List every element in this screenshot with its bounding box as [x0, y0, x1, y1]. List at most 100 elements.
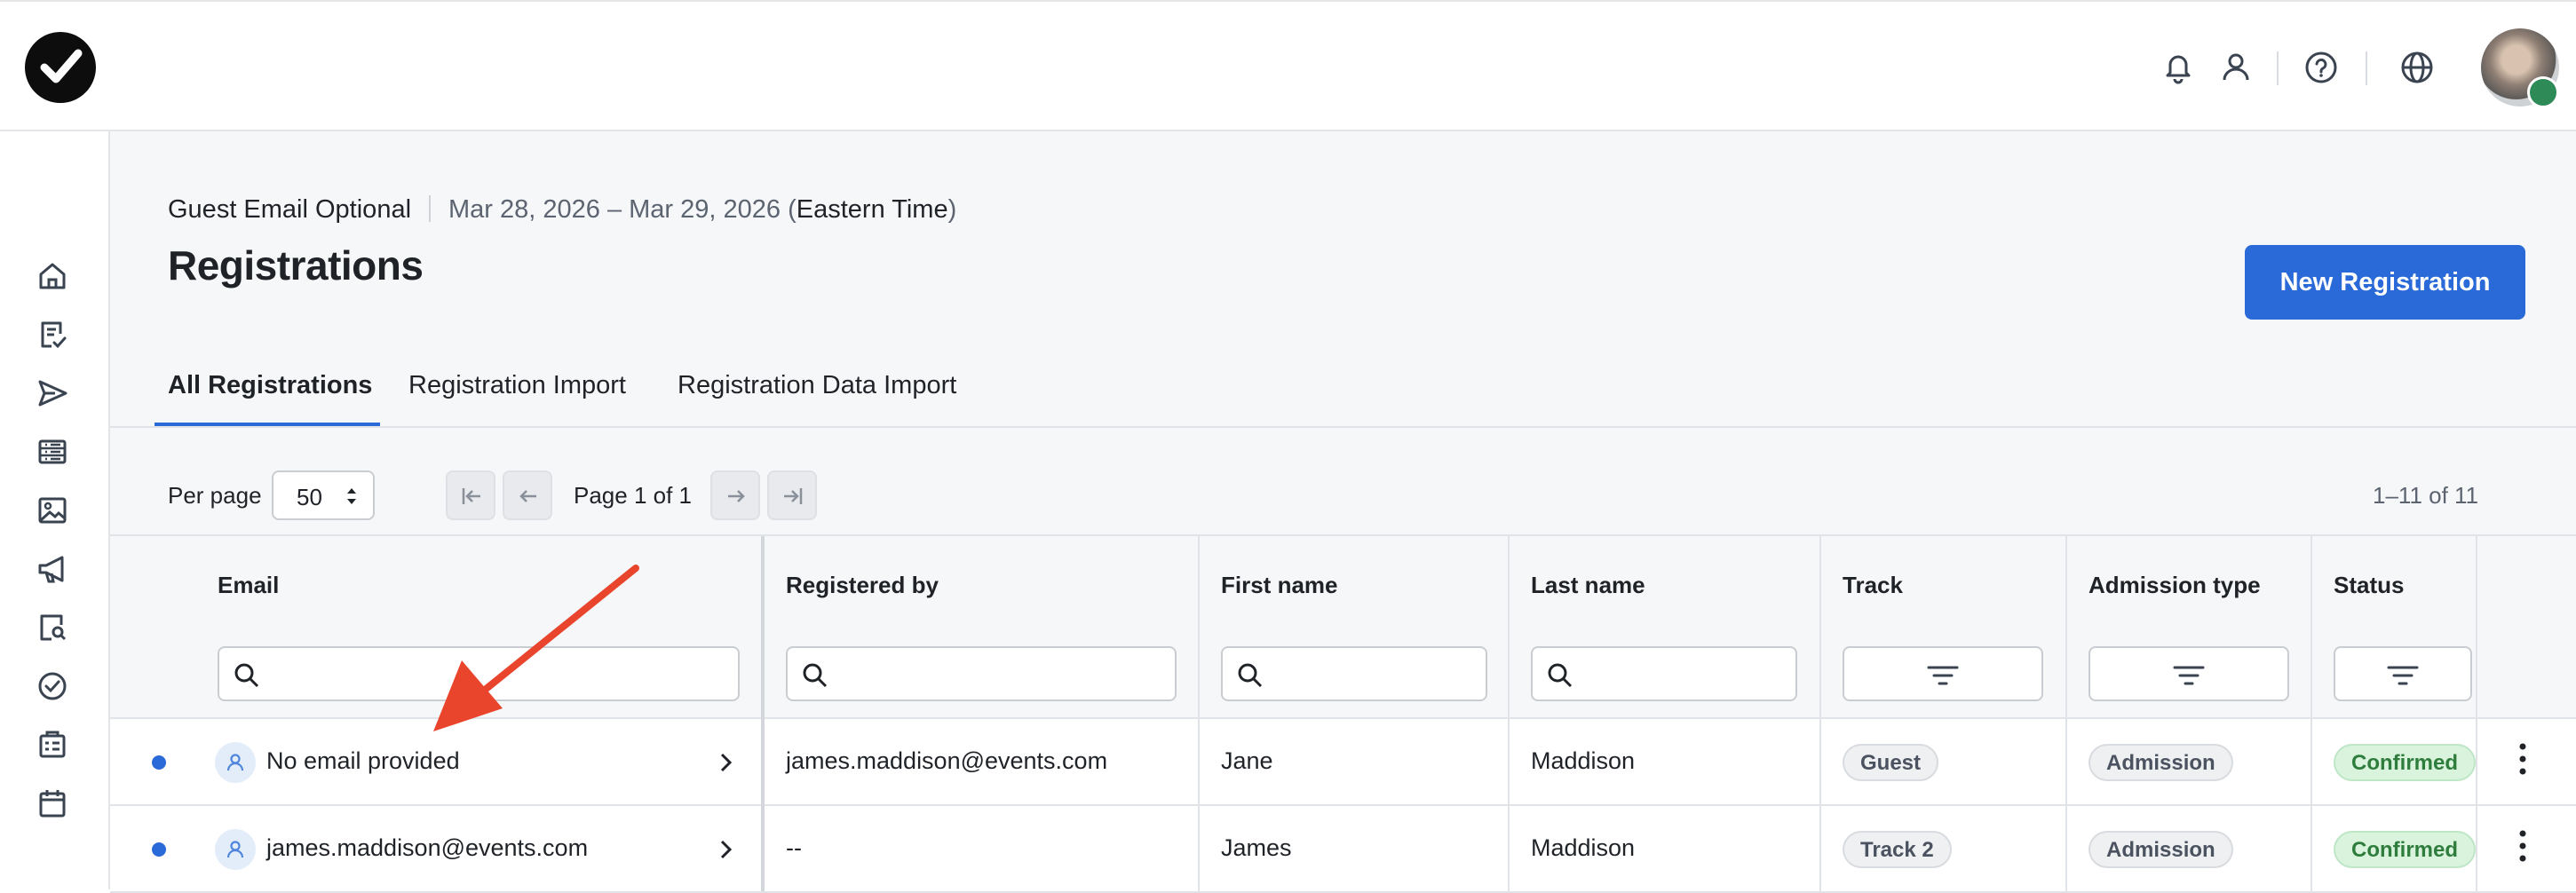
- event-dates-close: ): [947, 195, 957, 224]
- chevron-right-icon[interactable]: [716, 749, 737, 776]
- column-divider[interactable]: [2476, 536, 2477, 891]
- page-title: Registrations: [168, 242, 424, 288]
- email-cell[interactable]: james.maddison@events.com: [266, 834, 588, 862]
- first-page-icon: [462, 488, 480, 504]
- per-page-select[interactable]: 50: [272, 470, 375, 520]
- registered-by-search-input[interactable]: [786, 646, 1177, 701]
- last-page-button[interactable]: [767, 470, 817, 520]
- status-badge: [2527, 76, 2559, 108]
- home-icon[interactable]: [36, 259, 69, 293]
- track-filter-button[interactable]: [1843, 646, 2043, 701]
- user-icon: [215, 829, 256, 870]
- unread-dot: [152, 755, 166, 770]
- first-name-search-input[interactable]: [1221, 646, 1487, 701]
- last-name-cell: Maddison: [1531, 747, 1636, 774]
- last-page-icon: [784, 488, 803, 504]
- last-name-cell: Maddison: [1531, 834, 1636, 861]
- email-cell[interactable]: No email provided: [266, 747, 460, 775]
- column-header-registered-by[interactable]: Registered by: [786, 572, 939, 599]
- per-page-label: Per page: [168, 482, 262, 509]
- active-tab-indicator: [155, 423, 380, 426]
- first-page-button[interactable]: [446, 470, 495, 520]
- column-header-status[interactable]: Status: [2334, 572, 2404, 599]
- check-circle-icon[interactable]: [36, 669, 69, 703]
- chevron-right-icon[interactable]: [716, 836, 737, 863]
- column-divider[interactable]: [2310, 536, 2312, 891]
- results-range: 1–11 of 11: [2373, 482, 2479, 509]
- table-row[interactable]: james.maddison@events.com -- James Maddi…: [110, 806, 2576, 893]
- event-timezone: Eastern Time: [796, 195, 948, 224]
- list-icon[interactable]: [36, 435, 69, 469]
- toolbar-divider: [2366, 51, 2367, 85]
- breadcrumb-divider: [429, 195, 432, 222]
- registrations-table: Email Registered by First name Last name…: [110, 534, 2576, 893]
- unread-dot: [152, 842, 166, 857]
- toolbar-divider: [2277, 51, 2279, 85]
- top-bar: [0, 0, 2576, 131]
- first-name-cell: James: [1221, 834, 1292, 861]
- status-filter-button[interactable]: [2334, 646, 2472, 701]
- email-search-input[interactable]: [218, 646, 740, 701]
- status-badge: Confirmed: [2334, 831, 2476, 868]
- track-chip: Track 2: [1843, 831, 1952, 868]
- user-icon[interactable]: [2216, 48, 2255, 87]
- admission-chip: Admission: [2089, 831, 2233, 868]
- search-icon: [1548, 663, 1573, 688]
- per-page-value: 50: [297, 484, 322, 510]
- search-icon: [803, 663, 828, 688]
- column-divider[interactable]: [1508, 536, 1510, 891]
- search-icon: [234, 663, 259, 688]
- filter-icon: [1927, 666, 1959, 685]
- more-options-icon[interactable]: [2518, 829, 2527, 863]
- filter-icon: [2387, 666, 2419, 685]
- checklist-icon[interactable]: [36, 318, 69, 352]
- status-badge: Confirmed: [2334, 744, 2476, 781]
- event-name: Guest Email Optional: [168, 195, 412, 224]
- tab-all-registrations[interactable]: All Registrations: [168, 371, 372, 400]
- filter-icon: [2173, 666, 2205, 685]
- column-divider[interactable]: [761, 536, 765, 891]
- registered-by-cell: --: [786, 834, 802, 861]
- help-icon[interactable]: [2302, 48, 2341, 87]
- admission-type-filter-button[interactable]: [2089, 646, 2289, 701]
- clipboard-icon[interactable]: [36, 728, 69, 762]
- last-name-search-input[interactable]: [1531, 646, 1797, 701]
- sort-caret-icon: [347, 488, 356, 504]
- badge-search-icon[interactable]: [36, 611, 69, 644]
- event-dates: Mar 28, 2026 – Mar 29, 2026 (: [448, 195, 797, 224]
- arrow-left-icon: [519, 490, 536, 502]
- prev-page-button[interactable]: [503, 470, 552, 520]
- column-header-first-name[interactable]: First name: [1221, 572, 1338, 599]
- calendar-icon[interactable]: [36, 786, 69, 820]
- track-chip: Guest: [1843, 744, 1939, 781]
- tabs: All Registrations Registration Import Re…: [110, 355, 2576, 428]
- search-icon: [1238, 663, 1263, 688]
- bell-icon[interactable]: [2159, 48, 2198, 87]
- column-divider[interactable]: [1198, 536, 1200, 891]
- new-registration-button[interactable]: New Registration: [2245, 245, 2525, 320]
- column-header-email[interactable]: Email: [218, 572, 279, 599]
- send-icon[interactable]: [36, 376, 69, 410]
- page-indicator: Page 1 of 1: [574, 482, 692, 509]
- next-page-button[interactable]: [710, 470, 760, 520]
- megaphone-icon[interactable]: [36, 552, 69, 586]
- tab-registration-data-import[interactable]: Registration Data Import: [678, 371, 956, 400]
- event-breadcrumb: Guest Email Optional Mar 28, 2026 – Mar 2…: [168, 194, 956, 225]
- image-icon[interactable]: [36, 494, 69, 527]
- column-divider[interactable]: [2065, 536, 2067, 891]
- tab-registration-import[interactable]: Registration Import: [408, 371, 626, 400]
- globe-icon[interactable]: [2398, 48, 2437, 87]
- first-name-cell: Jane: [1221, 747, 1273, 774]
- admission-chip: Admission: [2089, 744, 2233, 781]
- column-header-admission-type[interactable]: Admission type: [2089, 572, 2261, 599]
- column-header-track[interactable]: Track: [1843, 572, 1903, 599]
- user-icon: [215, 742, 256, 783]
- column-divider[interactable]: [1819, 536, 1821, 891]
- registered-by-cell: james.maddison@events.com: [786, 747, 1108, 774]
- app-logo[interactable]: [25, 32, 96, 103]
- more-options-icon[interactable]: [2518, 742, 2527, 776]
- column-header-last-name[interactable]: Last name: [1531, 572, 1645, 599]
- table-row[interactable]: No email provided james.maddison@events.…: [110, 719, 2576, 806]
- arrow-right-icon: [728, 490, 745, 502]
- sidebar: [0, 131, 110, 889]
